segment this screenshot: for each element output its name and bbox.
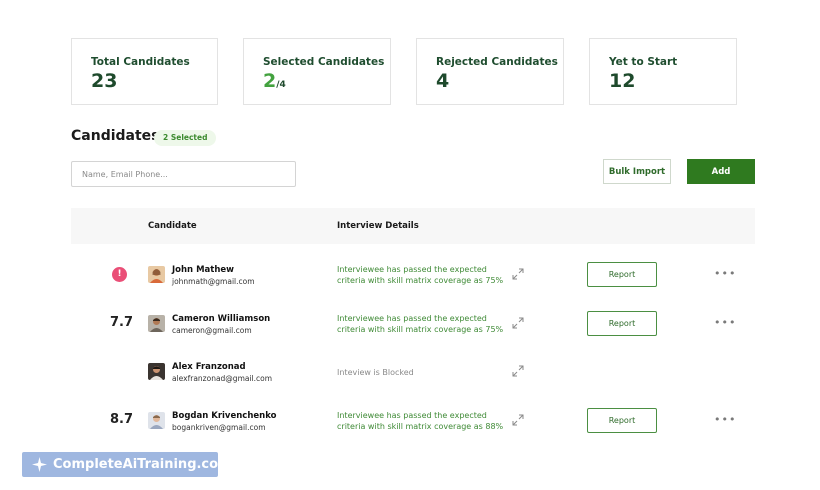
table-header: Candidate Interview Details — [71, 208, 755, 244]
bulk-import-button[interactable]: Bulk Import — [603, 159, 671, 184]
section-title: Candidates — [71, 128, 160, 144]
add-button[interactable]: Add — [687, 159, 755, 184]
stat-label: Selected Candidates — [263, 56, 385, 68]
column-header-interview: Interview Details — [337, 221, 419, 231]
interview-detail: Interviewee has passed the expected crit… — [337, 411, 504, 431]
table-row[interactable]: ! John Mathew johnmath@gmail.com Intervi… — [71, 255, 755, 295]
interview-detail: Interviewee has passed the expected crit… — [337, 314, 504, 334]
candidate-email: alexfranzonad@gmail.com — [172, 374, 273, 383]
table-row[interactable]: 7.7 Cameron Williamson cameron@gmail.com… — [71, 304, 755, 344]
sparkle-icon — [32, 457, 47, 472]
stat-value: 4 — [436, 70, 450, 92]
candidate-email: johnmath@gmail.com — [172, 277, 255, 286]
expand-icon[interactable] — [512, 365, 524, 377]
expand-icon[interactable] — [512, 268, 524, 280]
stat-card-selected: Selected Candidates 2/4 — [243, 38, 391, 105]
table-row[interactable]: Alex Franzonad alexfranzonad@gmail.com I… — [71, 352, 755, 392]
stat-value: 12 — [609, 70, 636, 92]
stat-value: 2/4 — [263, 70, 286, 92]
more-options-icon[interactable]: ••• — [714, 414, 736, 425]
avatar — [148, 412, 165, 429]
candidate-score: 7.7 — [110, 315, 134, 330]
stat-label: Total Candidates — [91, 56, 190, 68]
candidate-score: 8.7 — [110, 412, 134, 427]
interview-detail: Interviewee has passed the expected crit… — [337, 265, 504, 285]
watermark: CompleteAiTraining.com — [22, 452, 232, 477]
column-header-candidate: Candidate — [148, 221, 197, 231]
stat-card-yet-to-start: Yet to Start 12 — [589, 38, 737, 105]
selected-badge: 2 Selected — [154, 130, 217, 146]
stat-card-total: Total Candidates 23 — [71, 38, 218, 105]
interview-detail: Inteview is Blocked — [337, 368, 414, 377]
candidate-email: cameron@gmail.com — [172, 326, 252, 335]
avatar — [148, 315, 165, 332]
candidate-email: bogankriven@gmail.com — [172, 423, 266, 432]
candidate-name: Bogdan Krivenchenko — [172, 411, 277, 421]
expand-icon[interactable] — [512, 317, 524, 329]
more-options-icon[interactable]: ••• — [714, 268, 736, 279]
stat-card-rejected: Rejected Candidates 4 — [416, 38, 564, 105]
report-button[interactable]: Report — [587, 408, 657, 433]
stat-label: Rejected Candidates — [436, 56, 558, 68]
expand-icon[interactable] — [512, 414, 524, 426]
candidate-name: Alex Franzonad — [172, 362, 246, 372]
search-input[interactable] — [71, 161, 296, 187]
report-button[interactable]: Report — [587, 311, 657, 336]
stat-value: 23 — [91, 70, 118, 92]
avatar — [148, 363, 165, 380]
report-button[interactable]: Report — [587, 262, 657, 287]
more-options-icon[interactable]: ••• — [714, 317, 736, 328]
table-row[interactable]: 8.7 Bogdan Krivenchenko bogankriven@gmai… — [71, 401, 755, 441]
alert-icon: ! — [112, 267, 127, 282]
stat-label: Yet to Start — [609, 56, 678, 68]
watermark-text: CompleteAiTraining.com — [53, 457, 232, 472]
avatar — [148, 266, 165, 283]
candidate-name: Cameron Williamson — [172, 314, 271, 324]
candidate-name: John Mathew — [172, 265, 234, 275]
